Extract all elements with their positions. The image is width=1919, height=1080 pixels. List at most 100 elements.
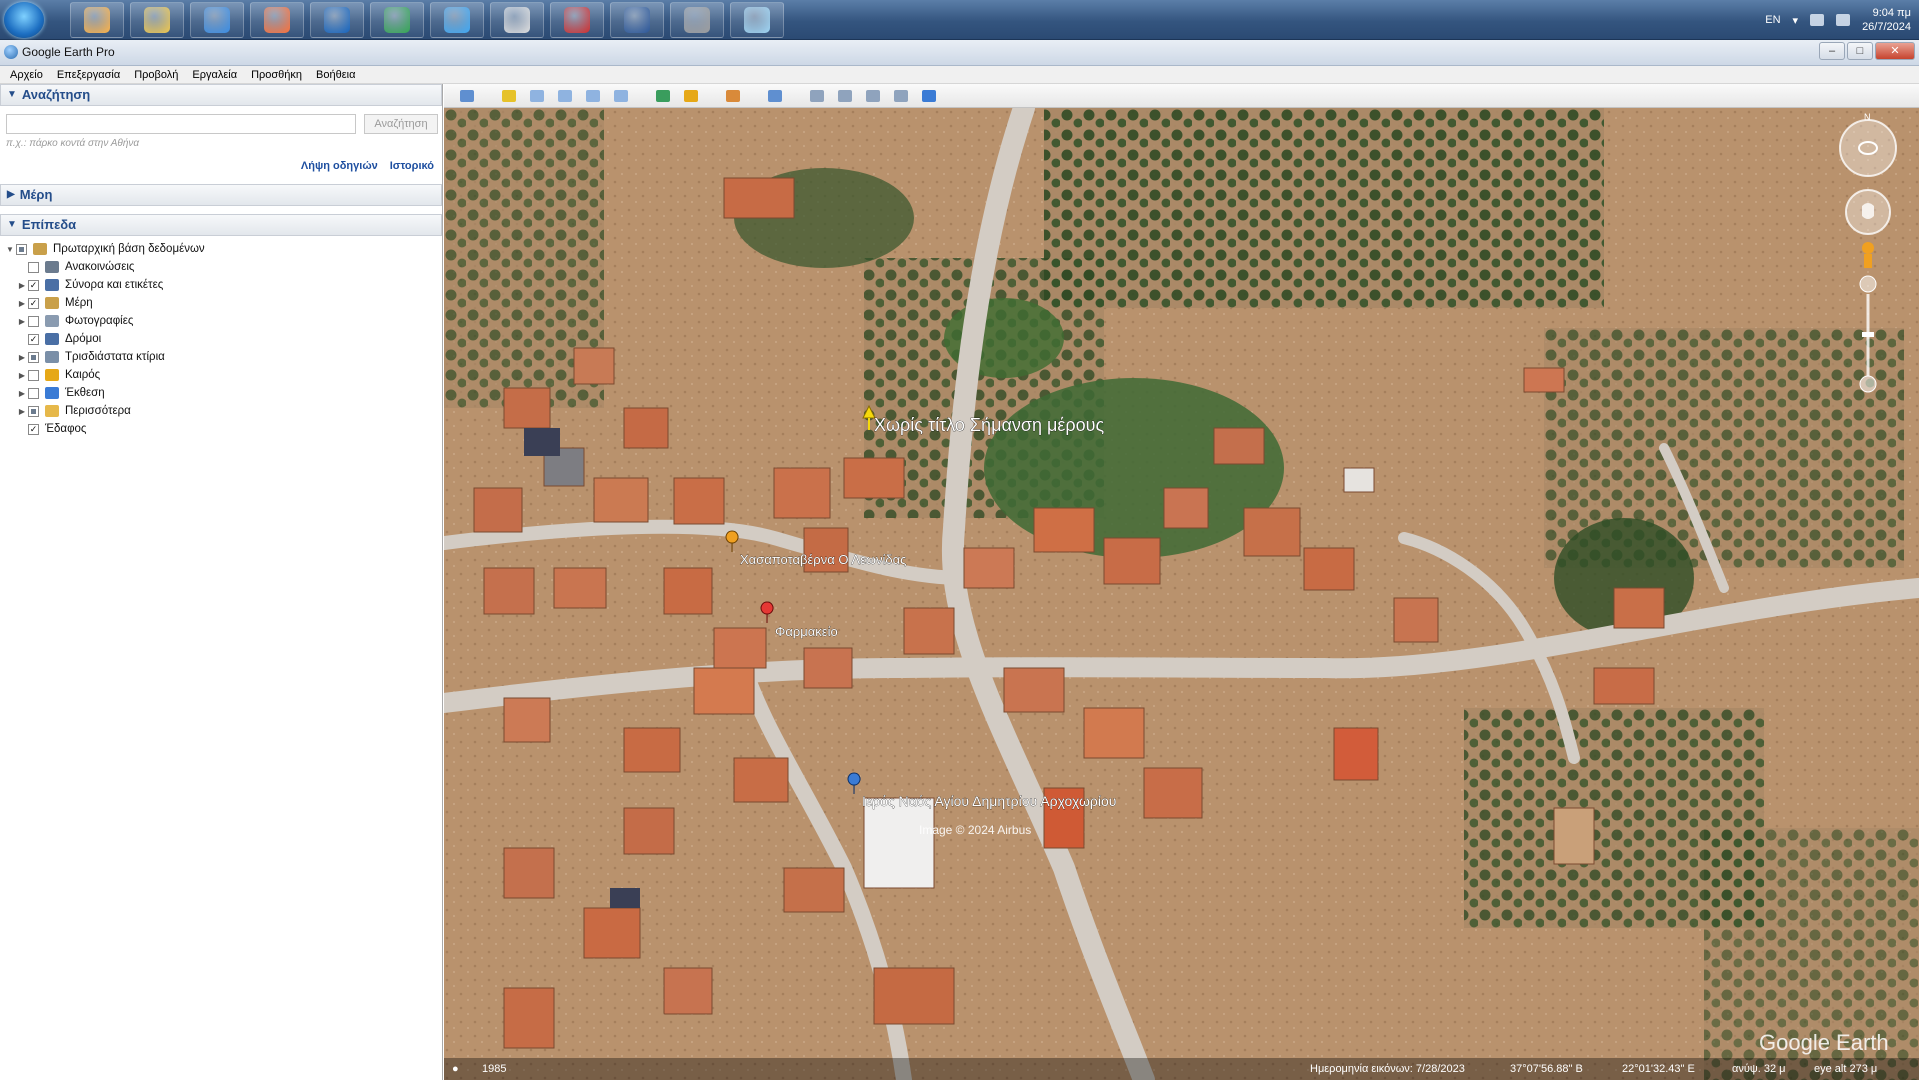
search-button[interactable]: Αναζήτηση (364, 114, 438, 134)
search-input[interactable] (6, 114, 356, 134)
zoom-out-button[interactable] (1859, 375, 1877, 393)
layer-row[interactable]: ▶ Τρισδιάστατα κτίρια (0, 348, 442, 366)
layer-row[interactable]: Ανακοινώσεις (0, 258, 442, 276)
layer-checkbox[interactable]: ✓ (28, 279, 39, 291)
get-directions-link[interactable]: Λήψη οδηγιών (301, 160, 378, 172)
language-indicator[interactable]: EN (1765, 14, 1780, 26)
eye-altitude: eye alt 273 μ (1814, 1063, 1878, 1075)
menu-view[interactable]: Προβολή (134, 66, 178, 83)
weather-icon (45, 369, 59, 381)
taskbar-app-acrobat[interactable] (550, 2, 604, 38)
layer-row[interactable]: ✓ Έδαφος (0, 420, 442, 438)
layer-checkbox[interactable] (28, 405, 39, 417)
minimize-button[interactable]: – (1819, 42, 1845, 60)
satellite-map[interactable]: Χωρίς τίτλο Σήμανση μέρους Χασαποταβέρνα… (444, 108, 1919, 1080)
layer-checkbox[interactable] (28, 351, 39, 363)
add-polygon-button[interactable] (526, 87, 548, 105)
taskbar-app-media-player[interactable] (70, 2, 124, 38)
taskbar-app-paint[interactable] (730, 2, 784, 38)
layer-checkbox[interactable]: ✓ (28, 333, 39, 345)
places-panel-title: Μέρη (19, 187, 53, 202)
sidebar-toggle-button[interactable] (456, 87, 478, 105)
tray-expand-icon[interactable]: ▾ (1793, 14, 1799, 27)
taskbar-app-chrome[interactable] (370, 2, 424, 38)
layers-panel-header[interactable]: ▼ Επίπεδα (0, 214, 442, 236)
zoom-slider-thumb[interactable] (1862, 332, 1874, 337)
street-view-pegman-icon[interactable] (1862, 242, 1874, 254)
layer-checkbox[interactable] (28, 387, 39, 399)
layer-checkbox[interactable] (28, 261, 39, 273)
ruler-button[interactable] (764, 87, 786, 105)
expand-arrow-icon[interactable]: ▶ (16, 371, 28, 380)
places-panel-header[interactable]: ▶ Μέρη (0, 184, 442, 206)
layer-label: Έδαφος (45, 423, 87, 435)
menu-help[interactable]: Βοήθεια (316, 66, 355, 83)
taskbar-app-firefox[interactable] (250, 2, 304, 38)
historical-imagery-button[interactable] (652, 87, 674, 105)
expand-arrow-icon[interactable]: ▼ (4, 245, 16, 254)
network-icon[interactable] (1836, 14, 1851, 26)
layer-row[interactable]: ▶ Περισσότερα (0, 402, 442, 420)
email-button[interactable] (806, 87, 828, 105)
taskbar-app-teamviewer[interactable] (310, 2, 364, 38)
expand-arrow-icon[interactable]: ▶ (16, 299, 28, 308)
taskbar-app-pen-tool[interactable] (490, 2, 544, 38)
history-link[interactable]: Ιστορικό (390, 160, 434, 172)
add-overlay-button[interactable] (582, 87, 604, 105)
firefox-icon (264, 7, 290, 33)
sunlight-button[interactable] (680, 87, 702, 105)
taskbar-app-file-explorer[interactable] (130, 2, 184, 38)
search-panel-header[interactable]: ▼ Αναζήτηση (0, 84, 442, 106)
expand-arrow-icon[interactable]: ▶ (16, 317, 28, 326)
record-tour-button[interactable] (610, 87, 632, 105)
pharmacy-label[interactable]: Φαρμακείο (775, 624, 838, 640)
layer-label: Φωτογραφίες (65, 315, 134, 327)
menu-add[interactable]: Προσθήκη (251, 66, 302, 83)
ruler-icon (768, 89, 782, 102)
volume-icon[interactable] (1810, 14, 1825, 26)
zoom-in-button[interactable] (1859, 275, 1877, 293)
planet-switch-button[interactable] (722, 87, 744, 105)
layer-row[interactable]: ▼ Πρωταρχική βάση δεδομένων (0, 240, 442, 258)
taskbar-app-printer[interactable] (670, 2, 724, 38)
maximize-button[interactable]: □ (1847, 42, 1873, 60)
maps-button[interactable] (918, 87, 940, 105)
expand-arrow-icon[interactable]: ▶ (16, 407, 28, 416)
layer-row[interactable]: ▶ ✓ Μέρη (0, 294, 442, 312)
church-label[interactable]: Ιερός Ναός Αγίου Δημητρίου Αρχοχωρίου (862, 793, 1117, 810)
layer-row[interactable]: ▶ Έκθεση (0, 384, 442, 402)
layer-checkbox[interactable] (28, 315, 39, 327)
menu-file[interactable]: Αρχείο (10, 66, 43, 83)
layer-checkbox[interactable] (16, 243, 27, 255)
clock[interactable]: 9:04 πμ 26/7/2024 (1862, 6, 1911, 34)
save-image-icon (866, 89, 880, 102)
layer-checkbox[interactable]: ✓ (28, 297, 39, 309)
pen-tool-icon (504, 7, 530, 33)
save-image-button[interactable] (862, 87, 884, 105)
layer-checkbox[interactable] (28, 369, 39, 381)
taskbar-app-internet-explorer[interactable] (190, 2, 244, 38)
add-placemark-button[interactable] (498, 87, 520, 105)
layer-row[interactable]: ▶ Καιρός (0, 366, 442, 384)
print-button[interactable] (834, 87, 856, 105)
taskbar-app-b5-app[interactable] (430, 2, 484, 38)
restaurant-label[interactable]: Χασαποταβέρνα Ο Λεωνίδας (740, 552, 907, 568)
planet-switch-icon (726, 89, 740, 102)
layer-checkbox[interactable]: ✓ (28, 423, 39, 435)
movie-button[interactable] (890, 87, 912, 105)
layer-row[interactable]: ▶ Φωτογραφίες (0, 312, 442, 330)
menu-edit[interactable]: Επεξεργασία (57, 66, 120, 83)
expand-arrow-icon[interactable]: ▶ (16, 353, 28, 362)
look-joystick[interactable] (1839, 119, 1897, 177)
layer-row[interactable]: ✓ Δρόμοι (0, 330, 442, 348)
layer-row[interactable]: ▶ ✓ Σύνορα και ετικέτες (0, 276, 442, 294)
expand-arrow-icon[interactable]: ▶ (16, 389, 28, 398)
add-path-button[interactable] (554, 87, 576, 105)
expand-arrow-icon[interactable]: ▶ (16, 281, 28, 290)
map-view[interactable]: Χωρίς τίτλο Σήμανση μέρους Χασαποταβέρνα… (444, 84, 1919, 1080)
start-button[interactable] (4, 2, 44, 38)
close-button[interactable]: ✕ (1875, 42, 1915, 60)
menu-tools[interactable]: Εργαλεία (192, 66, 237, 83)
taskbar-app-word[interactable] (610, 2, 664, 38)
placemark-label[interactable]: Χωρίς τίτλο Σήμανση μέρους (874, 415, 1105, 436)
